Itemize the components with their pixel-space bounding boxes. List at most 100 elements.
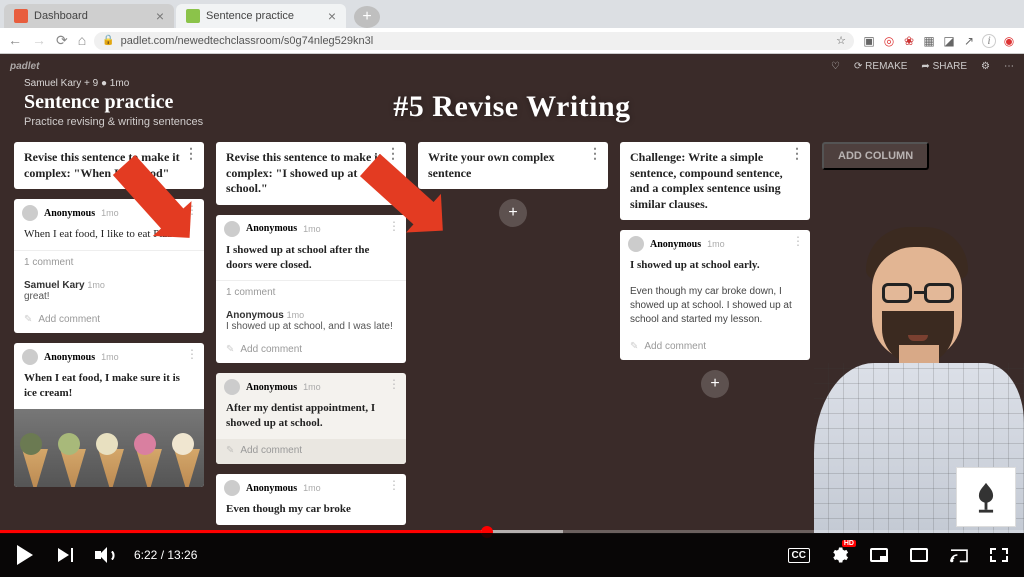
miniplayer-button[interactable] xyxy=(868,544,890,566)
card-menu-icon[interactable]: ⋮ xyxy=(388,478,400,492)
card-time: 1mo xyxy=(101,208,119,218)
card-author: Anonymous xyxy=(246,483,297,494)
card-menu-icon[interactable]: ⋮ xyxy=(186,347,198,361)
info-icon[interactable]: i xyxy=(982,34,996,48)
board-header: Samuel Kary + 9 ● 1mo Sentence practice … xyxy=(24,78,203,128)
favicon-icon xyxy=(14,9,28,23)
add-card-button[interactable]: + xyxy=(701,370,729,398)
url-input[interactable]: 🔒 padlet.com/newedtechclassroom/s0g74nle… xyxy=(94,32,854,50)
browser-tab-sentence-practice[interactable]: Sentence practice × xyxy=(176,4,346,28)
card-body: Even though my car broke down, I showed … xyxy=(630,285,800,327)
column-header[interactable]: Write your own complex sentence ⋮ xyxy=(418,142,608,189)
add-comment-button[interactable]: ✎Add comment xyxy=(216,338,406,363)
post-card[interactable]: ⋮ Anonymous1mo Even though my car broke xyxy=(216,474,406,525)
add-column-button[interactable]: ADD COLUMN xyxy=(822,142,929,170)
board-title: Sentence practice xyxy=(24,91,203,114)
comment-time: 1mo xyxy=(87,280,105,290)
column-menu-icon[interactable]: ⋮ xyxy=(184,146,198,164)
avatar-icon xyxy=(22,205,38,221)
forward-icon[interactable]: → xyxy=(32,32,46,49)
more-icon[interactable]: ⋯ xyxy=(1004,61,1014,72)
column-title: Revise this sentence to make it complex:… xyxy=(226,150,382,195)
play-button[interactable] xyxy=(14,544,36,566)
padlet-topbar: padlet ♡ ⟳ REMAKE ➦ SHARE ⚙ ⋯ xyxy=(0,54,1024,78)
close-icon[interactable]: × xyxy=(156,8,164,24)
column-menu-icon[interactable]: ⋮ xyxy=(790,146,804,164)
star-icon[interactable]: ☆ xyxy=(836,34,846,47)
close-icon[interactable]: × xyxy=(328,8,336,24)
favicon-icon xyxy=(186,9,200,23)
home-icon[interactable]: ⌂ xyxy=(78,32,86,49)
card-menu-icon[interactable]: ⋮ xyxy=(388,377,400,391)
padlet-logo[interactable]: padlet xyxy=(10,61,39,72)
settings-button[interactable]: HD xyxy=(828,544,850,566)
column-header[interactable]: Revise this sentence to make it complex:… xyxy=(14,142,204,189)
add-card-button[interactable]: + xyxy=(499,199,527,227)
post-card[interactable]: ⋮ Anonymous 1mo I showed up at school aft… xyxy=(216,215,406,364)
share-button[interactable]: ➦ SHARE xyxy=(921,61,967,72)
volume-button[interactable] xyxy=(94,544,116,566)
add-comment-button[interactable]: ✎Add comment xyxy=(216,439,406,464)
ext-icon[interactable]: ▦ xyxy=(922,34,936,48)
settings-icon[interactable]: ⚙ xyxy=(981,61,990,72)
url-text: padlet.com/newedtechclassroom/s0g74nleg5… xyxy=(121,35,374,47)
avatar-icon xyxy=(22,349,38,365)
avatar-icon xyxy=(628,236,644,252)
post-card[interactable]: ⋮ Anonymous 1mo When I eat food, I make s… xyxy=(14,343,204,487)
ext-icon[interactable]: ◎ xyxy=(882,34,896,48)
add-comment-button[interactable]: ✎Add comment xyxy=(620,335,810,360)
ext-icon[interactable]: ▣ xyxy=(862,34,876,48)
nav-controls: ← → ⟳ ⌂ xyxy=(8,32,86,49)
lock-icon: 🔒 xyxy=(102,35,114,46)
extension-icons: ▣ ◎ ❀ ▦ ◪ ↗ i ◉ xyxy=(862,34,1016,48)
card-body: I showed up at school after the doors we… xyxy=(216,239,406,281)
fullscreen-button[interactable] xyxy=(988,544,1010,566)
column-title: Write your own complex sentence xyxy=(428,150,555,180)
comment-time: 1mo xyxy=(287,310,305,320)
back-icon[interactable]: ← xyxy=(8,32,22,49)
card-time: 1mo xyxy=(707,239,725,249)
reload-icon[interactable]: ⟳ xyxy=(56,32,68,49)
comment-icon: ✎ xyxy=(630,341,638,352)
remake-button[interactable]: ⟳ REMAKE xyxy=(854,61,907,72)
column-title: Challenge: Write a simple sentence, comp… xyxy=(630,150,783,211)
card-author: Anonymous xyxy=(44,352,95,363)
tab-label: Sentence practice xyxy=(206,10,294,22)
card-time: 1mo xyxy=(101,352,119,362)
new-tab-button[interactable]: + xyxy=(354,6,380,28)
next-button[interactable] xyxy=(54,544,76,566)
card-body: When I eat food, I make sure it is ice c… xyxy=(14,367,204,409)
ext-icon[interactable]: ◪ xyxy=(942,34,956,48)
board-author[interactable]: Samuel Kary xyxy=(24,78,81,89)
comment-text: I showed up at school, and I was late! xyxy=(226,321,393,332)
card-author: Anonymous xyxy=(650,239,701,250)
comments-count[interactable]: 1 comment xyxy=(216,280,406,304)
browser-tab-dashboard[interactable]: Dashboard × xyxy=(4,4,174,28)
card-menu-icon[interactable]: ⋮ xyxy=(388,219,400,233)
column: Revise this sentence to make it complex:… xyxy=(216,142,406,525)
column-header[interactable]: Challenge: Write a simple sentence, comp… xyxy=(620,142,810,220)
ext-icon[interactable]: ↗ xyxy=(962,34,976,48)
card-time: 1mo xyxy=(303,382,321,392)
cast-button[interactable] xyxy=(948,544,970,566)
add-comment-button[interactable]: ✎Add comment xyxy=(14,308,204,333)
comments-count[interactable]: 1 comment xyxy=(14,250,204,274)
ext-icon[interactable]: ◉ xyxy=(1002,34,1016,48)
ext-icon[interactable]: ❀ xyxy=(902,34,916,48)
card-menu-icon[interactable]: ⋮ xyxy=(792,234,804,248)
card-author: Anonymous xyxy=(246,223,297,234)
like-button[interactable]: ♡ xyxy=(831,61,840,72)
captions-button[interactable]: CC xyxy=(788,548,810,563)
post-card[interactable]: ⋮ Anonymous1mo I showed up at school ear… xyxy=(620,230,810,360)
avatar-icon xyxy=(224,221,240,237)
board-stats: + 9 ● 1mo xyxy=(81,78,129,89)
column-menu-icon[interactable]: ⋮ xyxy=(588,146,602,164)
comment-author: Samuel Kary xyxy=(24,280,85,291)
channel-badge xyxy=(956,467,1016,527)
overlay-title: #5 Revise Writing xyxy=(393,90,630,124)
address-bar: ← → ⟳ ⌂ 🔒 padlet.com/newedtechclassroom/… xyxy=(0,28,1024,54)
comment-text: great! xyxy=(24,291,50,302)
post-card[interactable]: ⋮ Anonymous1mo After my dentist appointm… xyxy=(216,373,406,464)
column: Challenge: Write a simple sentence, comp… xyxy=(620,142,810,398)
theater-button[interactable] xyxy=(908,544,930,566)
